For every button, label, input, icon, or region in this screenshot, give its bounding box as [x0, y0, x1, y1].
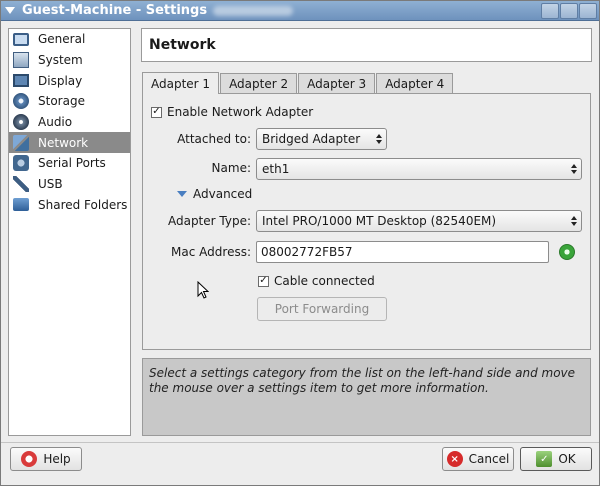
mouse-cursor-icon: [197, 281, 209, 299]
mac-address-label: Mac Address:: [171, 245, 251, 259]
select-arrows-icon: [372, 134, 386, 144]
cancel-icon: ×: [446, 451, 463, 467]
sidebar-item-label: USB: [38, 177, 63, 192]
sidebar-item-label: Display: [38, 73, 83, 88]
minimize-button[interactable]: [541, 2, 559, 19]
adapter-tabs: Adapter 1 Adapter 2 Adapter 3 Adapter 4: [142, 72, 454, 94]
title-bar[interactable]: Guest-Machine - Settings: [1, 1, 599, 21]
enable-adapter-checkbox[interactable]: ✓: [151, 106, 162, 118]
attached-to-value: Bridged Adapter: [262, 132, 361, 146]
help-button[interactable]: Help: [10, 447, 82, 471]
page-title: Network: [141, 28, 592, 62]
name-label: Name:: [211, 161, 251, 175]
mac-address-field[interactable]: 08002772FB57: [256, 241, 549, 263]
cancel-button[interactable]: × Cancel: [442, 447, 514, 471]
help-info-box: Select a settings category from the list…: [142, 358, 591, 436]
sidebar-item-label: Serial Ports: [38, 156, 106, 171]
cable-connected-label: Cable connected: [274, 274, 375, 288]
expand-arrow-icon: [177, 191, 187, 197]
tab-adapter-1[interactable]: Adapter 1: [142, 72, 220, 94]
ok-button-label: OK: [558, 452, 576, 466]
name-value: eth1: [262, 162, 290, 176]
enable-adapter-row[interactable]: ✓ Enable Network Adapter: [151, 105, 313, 119]
sidebar-item-usb[interactable]: USB: [9, 174, 130, 195]
cable-connected-row[interactable]: ✓ Cable connected: [258, 274, 375, 288]
sidebar-item-display[interactable]: Display: [9, 70, 130, 91]
select-arrows-icon: [567, 216, 581, 226]
sidebar-item-network[interactable]: Network: [9, 132, 130, 154]
help-button-label: Help: [43, 452, 71, 466]
serial-ports-icon: [13, 155, 29, 172]
ok-button[interactable]: ✓ OK: [520, 447, 592, 471]
settings-category-list[interactable]: General System Display Storage Audio Net…: [8, 28, 131, 436]
window-title: Guest-Machine - Settings: [22, 3, 208, 18]
window-controls: [541, 2, 599, 19]
adapter-type-value: Intel PRO/1000 MT Desktop (82540EM): [262, 214, 497, 228]
sidebar-item-serial-ports[interactable]: Serial Ports: [9, 153, 130, 174]
attached-to-label: Attached to:: [177, 132, 251, 146]
sidebar-item-audio[interactable]: Audio: [9, 112, 130, 133]
sidebar-item-system[interactable]: System: [9, 50, 130, 71]
display-icon: [13, 74, 29, 88]
sidebar-item-general[interactable]: General: [9, 29, 130, 50]
sidebar-item-label: Audio: [38, 115, 73, 130]
redacted-text: [213, 5, 294, 16]
adapter-type-select[interactable]: Intel PRO/1000 MT Desktop (82540EM): [256, 210, 582, 232]
sidebar-item-label: Shared Folders: [38, 197, 128, 212]
window-menu-icon[interactable]: [1, 1, 19, 21]
adapter-type-label: Adapter Type:: [167, 214, 251, 228]
usb-icon: [13, 176, 29, 193]
footer-divider: [1, 442, 599, 443]
sidebar-item-shared-folders[interactable]: Shared Folders: [9, 195, 130, 216]
sidebar-item-label: General: [38, 32, 86, 47]
maximize-button[interactable]: [560, 2, 578, 19]
storage-icon: [13, 93, 29, 110]
lifebuoy-icon: [21, 451, 38, 467]
network-icon: [13, 134, 29, 151]
tab-adapter-3[interactable]: Adapter 3: [298, 73, 376, 94]
attached-to-select[interactable]: Bridged Adapter: [256, 128, 387, 150]
cable-connected-checkbox[interactable]: ✓: [258, 275, 269, 287]
enable-adapter-label: Enable Network Adapter: [167, 105, 314, 119]
select-arrows-icon: [567, 164, 581, 174]
advanced-expander[interactable]: Advanced: [177, 187, 252, 201]
sidebar-item-label: Network: [38, 135, 89, 150]
audio-icon: [13, 114, 29, 131]
refresh-mac-icon[interactable]: [559, 244, 575, 260]
close-button[interactable]: [579, 2, 597, 19]
port-forwarding-button[interactable]: Port Forwarding: [257, 297, 387, 321]
sidebar-item-label: Storage: [38, 94, 85, 109]
ok-check-icon: ✓: [536, 451, 553, 467]
tab-adapter-2[interactable]: Adapter 2: [220, 73, 298, 94]
system-icon: [13, 52, 29, 69]
sidebar-item-label: System: [38, 53, 83, 68]
general-icon: [13, 32, 29, 46]
settings-window: Guest-Machine - Settings General System …: [0, 0, 600, 486]
tab-adapter-4[interactable]: Adapter 4: [376, 73, 454, 94]
name-select[interactable]: eth1: [256, 158, 582, 180]
cancel-button-label: Cancel: [468, 452, 510, 466]
sidebar-item-storage[interactable]: Storage: [9, 91, 130, 112]
advanced-label: Advanced: [193, 187, 253, 201]
shared-folders-icon: [13, 198, 29, 212]
